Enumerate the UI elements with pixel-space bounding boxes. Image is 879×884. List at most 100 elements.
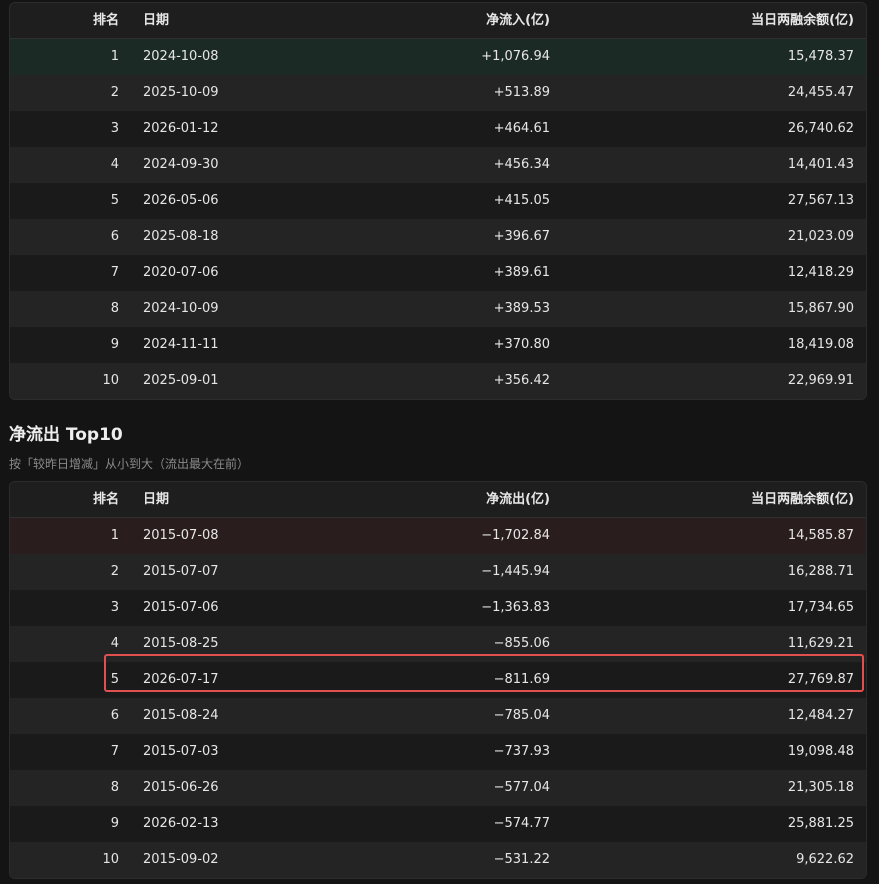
header-net-outflow[interactable]: 净流出(亿) — [350, 482, 550, 517]
rank-cell: 10 — [102, 852, 119, 867]
date-cell: 2015-07-03 — [143, 744, 219, 759]
balance-cell: 27,567.13 — [787, 193, 854, 208]
balance-cell: 18,419.08 — [787, 337, 854, 352]
table-row[interactable]: 2 2015-07-07 −1,445.94 16,288.71 — [10, 554, 866, 590]
flow-cell: −811.69 — [493, 672, 550, 687]
table-row[interactable]: 10 2025-09-01 +356.42 22,969.91 — [10, 363, 866, 399]
balance-cell: 9,622.62 — [796, 852, 854, 867]
table-row[interactable]: 1 2015-07-08 −1,702.84 14,585.87 — [10, 518, 866, 554]
header-date[interactable]: 日期 — [143, 482, 169, 517]
flow-cell: +370.80 — [493, 337, 550, 352]
rank-cell: 3 — [110, 600, 119, 615]
flow-cell: +415.05 — [493, 193, 550, 208]
date-cell: 2024-10-08 — [143, 49, 219, 64]
table-row[interactable]: 7 2015-07-03 −737.93 19,098.48 — [10, 734, 866, 770]
date-cell: 2026-07-17 — [143, 672, 219, 687]
rank-cell: 2 — [110, 85, 119, 100]
table-row[interactable]: 8 2024-10-09 +389.53 15,867.90 — [10, 291, 866, 327]
header-balance[interactable]: 当日两融余额(亿) — [654, 3, 854, 38]
table-row[interactable]: 8 2015-06-26 −577.04 21,305.18 — [10, 770, 866, 806]
rank-cell: 4 — [110, 157, 119, 172]
flow-cell: −1,363.83 — [481, 600, 550, 615]
rank-cell: 5 — [110, 193, 119, 208]
balance-cell: 15,478.37 — [787, 49, 854, 64]
flow-cell: −1,445.94 — [481, 564, 550, 579]
date-cell: 2024-09-30 — [143, 157, 219, 172]
date-cell: 2026-02-13 — [143, 816, 219, 831]
date-cell: 2015-07-08 — [143, 528, 219, 543]
date-cell: 2026-01-12 — [143, 121, 219, 136]
table-row[interactable]: 3 2015-07-06 −1,363.83 17,734.65 — [10, 590, 866, 626]
table-row[interactable]: 10 2015-09-02 −531.22 9,622.62 — [10, 842, 866, 878]
table-row[interactable]: 5 2026-07-17 −811.69 27,769.87 — [10, 662, 866, 698]
balance-cell: 15,867.90 — [787, 301, 854, 316]
flow-cell: +456.34 — [493, 157, 550, 172]
balance-cell: 21,305.18 — [787, 780, 854, 795]
balance-cell: 16,288.71 — [787, 564, 854, 579]
balance-cell: 26,740.62 — [787, 121, 854, 136]
rank-cell: 6 — [110, 708, 119, 723]
header-rank[interactable]: 排名 — [59, 3, 119, 38]
flow-cell: −531.22 — [493, 852, 550, 867]
section-description: 按「较昨日增减」从小到大（流出最大在前） — [9, 457, 250, 471]
flow-cell: +389.61 — [493, 265, 550, 280]
balance-cell: 11,629.21 — [787, 636, 854, 651]
header-rank[interactable]: 排名 — [59, 482, 119, 517]
rank-cell: 7 — [110, 265, 119, 280]
rank-cell: 8 — [110, 301, 119, 316]
rank-cell: 9 — [110, 337, 119, 352]
rank-cell: 7 — [110, 744, 119, 759]
table-row[interactable]: 7 2020-07-06 +389.61 12,418.29 — [10, 255, 866, 291]
flow-cell: −737.93 — [493, 744, 550, 759]
table-body: 1 2024-10-08 +1,076.94 15,478.37 2 2025-10-09… — [10, 39, 866, 399]
rank-cell: 6 — [110, 229, 119, 244]
table-row[interactable]: 6 2025-08-18 +396.67 21,023.09 — [10, 219, 866, 255]
header-balance[interactable]: 当日两融余额(亿) — [654, 482, 854, 517]
flow-cell: +464.61 — [493, 121, 550, 136]
table-header: 排名 日期 净流出(亿) 当日两融余额(亿) — [10, 482, 866, 518]
rank-cell: 8 — [110, 780, 119, 795]
date-cell: 2025-08-18 — [143, 229, 219, 244]
rank-cell: 4 — [110, 636, 119, 651]
balance-cell: 27,769.87 — [787, 672, 854, 687]
flow-cell: +513.89 — [493, 85, 550, 100]
rank-cell: 5 — [110, 672, 119, 687]
date-cell: 2020-07-06 — [143, 265, 219, 280]
flow-cell: −785.04 — [493, 708, 550, 723]
balance-cell: 19,098.48 — [787, 744, 854, 759]
balance-cell: 21,023.09 — [787, 229, 854, 244]
table-row[interactable]: 9 2024-11-11 +370.80 18,419.08 — [10, 327, 866, 363]
rank-cell: 10 — [102, 373, 119, 388]
date-cell: 2024-10-09 — [143, 301, 219, 316]
table-row[interactable]: 3 2026-01-12 +464.61 26,740.62 — [10, 111, 866, 147]
rank-cell: 1 — [110, 528, 119, 543]
header-net-inflow[interactable]: 净流入(亿) — [350, 3, 550, 38]
date-cell: 2025-10-09 — [143, 85, 219, 100]
date-cell: 2024-11-11 — [143, 337, 219, 352]
date-cell: 2015-08-24 — [143, 708, 219, 723]
inflow-table: 排名 日期 净流入(亿) 当日两融余额(亿) 1 2024-10-08 +1,076… — [9, 2, 867, 400]
section-title: 净流出 Top10 — [9, 425, 123, 445]
date-cell: 2025-09-01 — [143, 373, 219, 388]
table-row[interactable]: 2 2025-10-09 +513.89 24,455.47 — [10, 75, 866, 111]
balance-cell: 25,881.25 — [787, 816, 854, 831]
table-row[interactable]: 1 2024-10-08 +1,076.94 15,478.37 — [10, 39, 866, 75]
table-row[interactable]: 9 2026-02-13 −574.77 25,881.25 — [10, 806, 866, 842]
rank-cell: 3 — [110, 121, 119, 136]
rank-cell: 9 — [110, 816, 119, 831]
date-cell: 2015-08-25 — [143, 636, 219, 651]
table-row[interactable]: 4 2015-08-25 −855.06 11,629.21 — [10, 626, 866, 662]
table-row[interactable]: 4 2024-09-30 +456.34 14,401.43 — [10, 147, 866, 183]
table-row[interactable]: 6 2015-08-24 −785.04 12,484.27 — [10, 698, 866, 734]
header-date[interactable]: 日期 — [143, 3, 169, 38]
flow-cell: +396.67 — [493, 229, 550, 244]
table-body: 1 2015-07-08 −1,702.84 14,585.87 2 2015-07-07… — [10, 518, 866, 878]
flow-cell: −1,702.84 — [481, 528, 550, 543]
flow-cell: −855.06 — [493, 636, 550, 651]
table-row[interactable]: 5 2026-05-06 +415.05 27,567.13 — [10, 183, 866, 219]
date-cell: 2015-09-02 — [143, 852, 219, 867]
date-cell: 2026-05-06 — [143, 193, 219, 208]
flow-cell: −574.77 — [493, 816, 550, 831]
rank-cell: 2 — [110, 564, 119, 579]
page: 排名 日期 净流入(亿) 当日两融余额(亿) 1 2024-10-08 +1,076… — [0, 0, 879, 884]
